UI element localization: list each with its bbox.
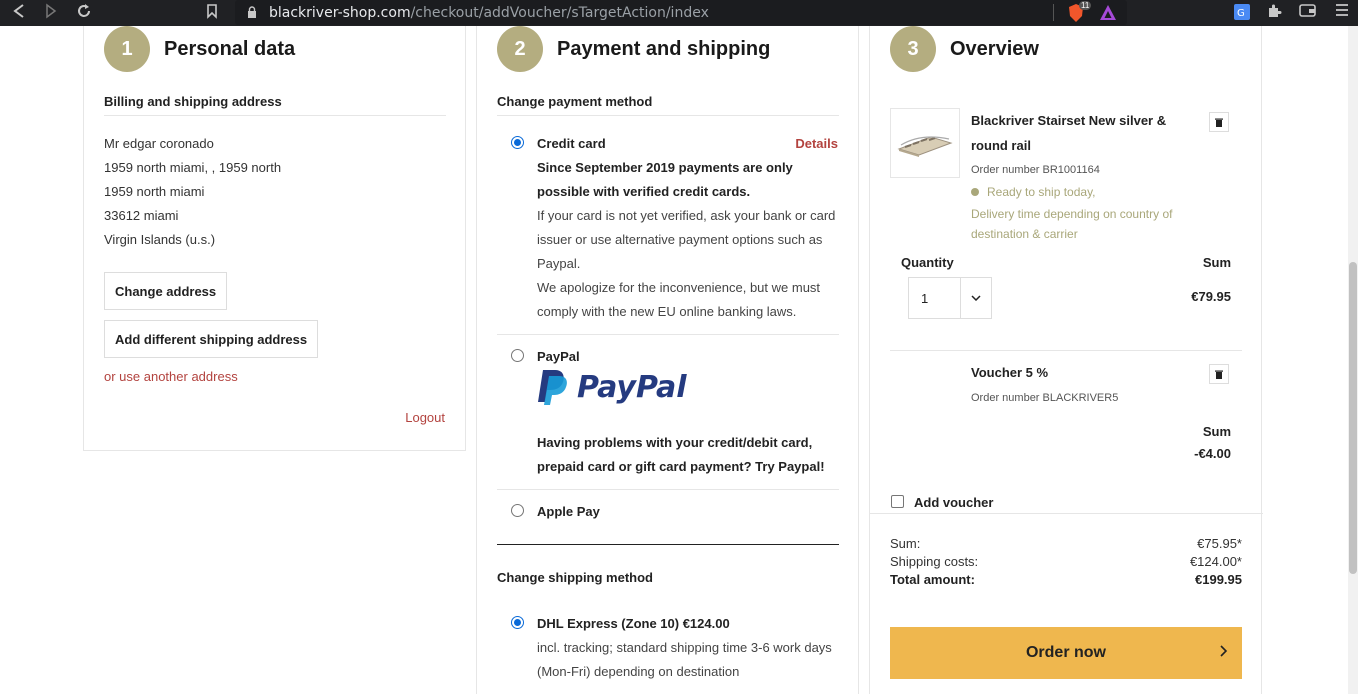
scrollbar-thumb[interactable] (1349, 262, 1357, 574)
paypal-logo: PayPal (537, 368, 687, 406)
divider (497, 489, 839, 490)
product-name[interactable]: Blackriver Stairset New silver & round r… (971, 108, 1166, 158)
paypal-label[interactable]: PayPal (537, 349, 580, 364)
product-sum: €79.95 (1191, 289, 1231, 304)
address-line: 33612 miami (104, 208, 179, 223)
section-divider (497, 544, 839, 545)
wallet-icon[interactable] (1299, 3, 1316, 22)
step-payment-shipping: 2 Payment and shipping (497, 26, 770, 72)
voucher-order-number: Order number BLACKRIVER5 (971, 392, 1119, 404)
step-overview: 3 Overview (890, 26, 1039, 72)
back-icon[interactable] (12, 3, 26, 23)
use-another-address-link[interactable]: or use another address (104, 369, 238, 384)
totals-sum-row: Sum: €75.95* (890, 536, 1242, 551)
page-scrollbar[interactable] (1348, 26, 1358, 694)
divider (890, 350, 1242, 351)
credit-card-radio[interactable] (511, 136, 524, 149)
apple-pay-radio[interactable] (511, 504, 524, 517)
bookmark-icon[interactable] (206, 3, 218, 23)
trash-icon (1215, 118, 1223, 127)
quantity-label: Quantity (901, 255, 954, 270)
step-title: Payment and shipping (557, 37, 771, 60)
dhl-express-radio[interactable] (511, 616, 524, 629)
payment-shipping-panel: 2 Payment and shipping Change payment me… (476, 26, 859, 694)
browser-toolbar: blackriver-shop.com/checkout/addVoucher/… (0, 0, 1358, 26)
brave-rewards-icon[interactable] (1099, 4, 1117, 26)
chevron-down-icon (961, 278, 991, 318)
address-line: Virgin Islands (u.s.) (104, 232, 216, 247)
stock-status: Ready to ship today, (971, 185, 1096, 199)
add-voucher-label[interactable]: Add voucher (914, 495, 993, 510)
menu-icon[interactable] (1335, 3, 1349, 21)
dhl-express-label[interactable]: DHL Express (Zone 10) €124.00 (537, 616, 730, 631)
step-title: Overview (950, 37, 1039, 60)
step-number: 1 (104, 26, 150, 72)
credit-card-notice: Since September 2019 payments are only p… (537, 160, 836, 319)
remove-voucher-button[interactable] (1209, 364, 1229, 384)
add-voucher-checkbox[interactable] (891, 495, 904, 508)
change-address-button[interactable]: Change address (104, 272, 228, 310)
quantity-value: 1 (909, 278, 961, 318)
trash-icon (1215, 370, 1223, 379)
address-line: Mr edgar coronado (104, 136, 214, 151)
svg-text:G: G (1237, 8, 1245, 19)
voucher-sum-label: Sum (1202, 424, 1231, 439)
chevron-right-icon (1220, 645, 1228, 657)
reload-icon[interactable] (76, 3, 92, 23)
translate-icon[interactable]: G (1233, 3, 1251, 25)
payment-method-heading: Change payment method (497, 94, 839, 116)
quantity-select[interactable]: 1 (908, 277, 992, 319)
credit-card-details-link[interactable]: Details (795, 136, 838, 151)
address-line: 1959 north miami (104, 184, 205, 199)
remove-product-button[interactable] (1209, 112, 1229, 132)
step-number: 2 (497, 26, 543, 72)
voucher-sum-value: -€4.00 (1194, 446, 1231, 461)
dhl-express-description: incl. tracking; standard shipping time 3… (537, 640, 832, 679)
personal-data-panel: 1 Personal data Billing and shipping add… (83, 26, 466, 451)
step-personal-data: 1 Personal data (104, 26, 295, 72)
divider (497, 334, 839, 335)
billing-heading: Billing and shipping address (104, 94, 446, 116)
product-order-number: Order number BR1001164 (971, 164, 1100, 176)
stairset-image (897, 136, 953, 157)
address-block: Mr edgar coronado 1959 north miami, , 19… (104, 132, 281, 252)
forward-icon[interactable] (44, 3, 58, 23)
address-bar[interactable]: blackriver-shop.com/checkout/addVoucher/… (235, 0, 1127, 25)
url-text: blackriver-shop.com/checkout/addVoucher/… (269, 4, 709, 21)
logout-link[interactable]: Logout (405, 410, 445, 425)
overview-panel: 3 Overview Blackriver Stairset New silve… (869, 26, 1263, 694)
product-image[interactable] (890, 108, 960, 178)
step-number: 3 (890, 26, 936, 72)
brave-shield-icon[interactable]: 11 (1067, 1, 1092, 28)
add-shipping-address-button[interactable]: Add different shipping address (104, 320, 319, 358)
shipping-method-heading: Change shipping method (497, 570, 653, 585)
credit-card-label[interactable]: Credit card (537, 136, 606, 151)
delivery-info: Delivery time depending on country of de… (971, 207, 1173, 241)
status-dot-icon (971, 188, 979, 196)
sum-label: Sum (1202, 255, 1231, 270)
apple-pay-label[interactable]: Apple Pay (537, 504, 600, 519)
address-line: 1959 north miami, , 1959 north (104, 160, 282, 175)
paypal-note: Having problems with your credit/debit c… (537, 435, 825, 474)
extensions-icon[interactable] (1266, 3, 1282, 23)
step-title: Personal data (164, 37, 296, 60)
paypal-p-icon (538, 370, 567, 405)
totals-total-row: Total amount: €199.95 (890, 572, 1242, 587)
voucher-name: Voucher 5 % (971, 365, 1049, 380)
divider (870, 513, 1263, 514)
totals-shipping-row: Shipping costs: €124.00* (890, 554, 1242, 569)
lock-icon (248, 6, 256, 18)
paypal-radio[interactable] (511, 349, 524, 362)
order-now-button[interactable]: Order now (890, 627, 1242, 679)
